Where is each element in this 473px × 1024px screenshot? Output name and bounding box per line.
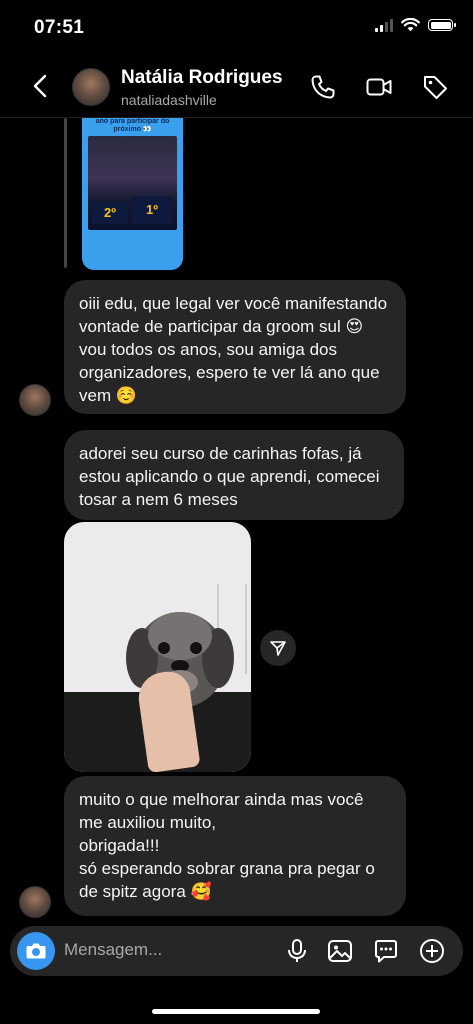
plus-circle-icon[interactable] [418, 937, 446, 965]
microphone-icon[interactable] [283, 937, 311, 965]
status-time: 07:51 [34, 17, 85, 38]
status-icons [375, 18, 456, 32]
message-bubble[interactable]: oiii edu, que legal ver você manifestand… [64, 280, 406, 414]
camera-icon [26, 943, 46, 959]
home-indicator[interactable] [152, 1009, 320, 1014]
story-text: ano para participar do próximo 👀 [95, 118, 170, 133]
message-avatar[interactable] [19, 384, 51, 416]
status-bar: 07:51 [0, 0, 473, 52]
podium-first: 1º [132, 196, 172, 224]
message-bubble[interactable]: muito o que melhorar ainda mas você me a… [64, 776, 406, 916]
message-avatar[interactable] [19, 886, 51, 918]
story-reply-line [64, 118, 67, 268]
contact-avatar[interactable] [72, 68, 110, 106]
message-composer: Mensagem... [10, 926, 463, 976]
wifi-icon [401, 18, 420, 32]
story-photo: 2º 1º [88, 136, 177, 230]
contact-name[interactable]: Natália Rodrigues [121, 67, 283, 89]
shared-story-card[interactable]: ano para participar do próximo 👀 2º 1º [82, 118, 183, 270]
message-input[interactable]: Mensagem... [64, 940, 162, 960]
battery-icon [428, 19, 456, 31]
gallery-icon[interactable] [326, 937, 354, 965]
phone-call-icon[interactable] [309, 73, 337, 101]
dog-photo[interactable] [64, 522, 251, 772]
video-call-icon[interactable] [365, 73, 393, 101]
sticker-message-icon[interactable] [372, 937, 400, 965]
share-button[interactable] [260, 630, 296, 666]
send-icon [270, 641, 286, 656]
tag-icon[interactable] [421, 73, 449, 101]
message-bubble[interactable]: adorei seu curso de carinhas fofas, já e… [64, 430, 404, 520]
back-arrow-icon[interactable] [28, 73, 54, 99]
camera-button[interactable] [17, 932, 55, 970]
podium-second: 2º [92, 202, 128, 224]
contact-username[interactable]: nataliadashville [121, 92, 217, 108]
chat-header: Natália Rodrigues nataliadashville [0, 55, 473, 118]
cellular-signal-icon [375, 18, 393, 32]
